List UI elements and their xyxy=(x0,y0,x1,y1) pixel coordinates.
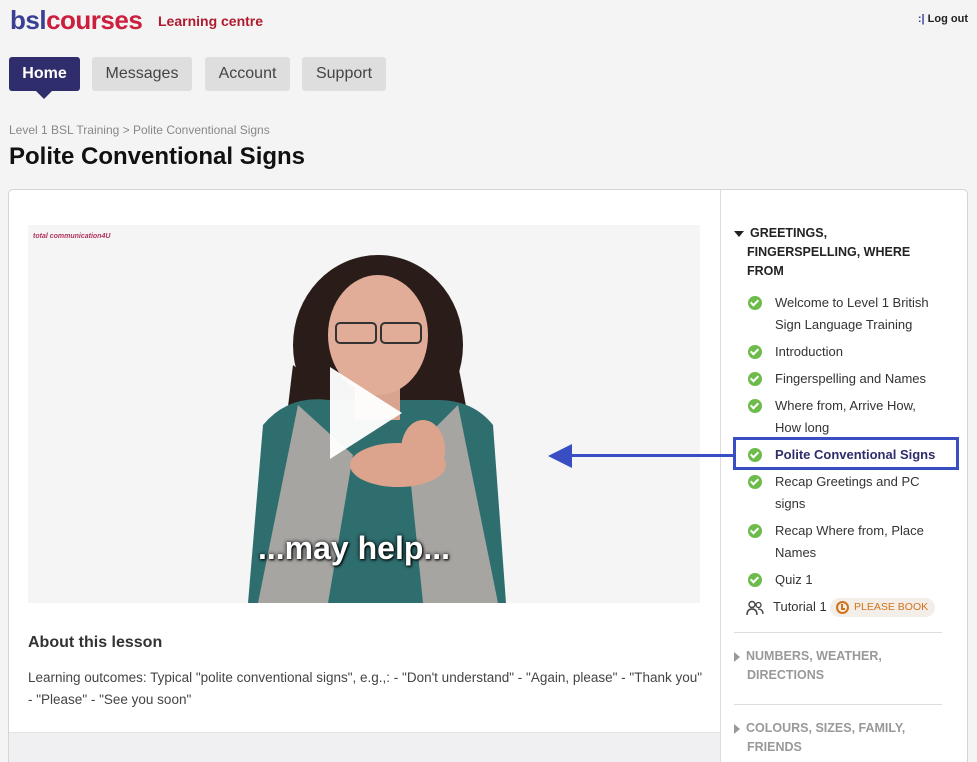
check-circle-icon xyxy=(748,475,762,489)
please-book-label: PLEASE BOOK xyxy=(854,601,929,613)
breadcrumb[interactable]: Level 1 BSL Training > Polite Convention… xyxy=(9,123,270,137)
logo-subtitle: Learning centre xyxy=(158,13,264,29)
lesson-item-where-from[interactable]: Where from, Arrive How, How long xyxy=(748,395,938,439)
lesson-label: Where from, Arrive How, How long xyxy=(775,398,916,435)
tab-messages[interactable]: Messages xyxy=(92,57,192,91)
sidebar-section-title: COLOURS, SIZES, FAMILY, FRIENDS xyxy=(746,721,906,754)
lesson-label: Recap Where from, Place Names xyxy=(775,523,924,560)
sidebar-section-colours[interactable]: COLOURS, SIZES, FAMILY, FRIENDS xyxy=(734,719,934,757)
panel-divider xyxy=(720,190,721,762)
video-caption: ...may help... xyxy=(258,530,451,566)
lesson-item-quiz-1[interactable]: Quiz 1 xyxy=(748,569,938,591)
sidebar-section-title: GREETINGS, FINGERSPELLING, WHERE FROM xyxy=(747,226,911,278)
check-circle-icon xyxy=(748,372,762,386)
check-circle-icon xyxy=(748,345,762,359)
top-links-separator: :| xyxy=(917,13,925,25)
annotation-highlight-box xyxy=(733,437,959,470)
sidebar-section-title: NUMBERS, WEATHER, DIRECTIONS xyxy=(746,649,882,682)
video-brand-logo: total communication4U xyxy=(33,233,111,240)
sidebar-section-numbers[interactable]: NUMBERS, WEATHER, DIRECTIONS xyxy=(734,647,934,685)
annotation-arrow-line xyxy=(570,454,733,457)
lesson-label: Quiz 1 xyxy=(775,572,813,587)
tab-account[interactable]: Account xyxy=(205,57,290,91)
logo-courses: courses xyxy=(46,5,143,35)
about-text: Learning outcomes: Typical "polite conve… xyxy=(28,670,703,707)
triangle-down-icon xyxy=(734,230,744,237)
lesson-item-introduction[interactable]: Introduction xyxy=(748,341,938,363)
tutorial-label: Tutorial 1 xyxy=(773,599,827,614)
please-book-badge[interactable]: PLEASE BOOK xyxy=(830,598,936,617)
top-links: :| Log out xyxy=(918,13,968,25)
lesson-label: Welcome to Level 1 British Sign Language… xyxy=(775,295,929,332)
lesson-item-recap-greetings[interactable]: Recap Greetings and PC signs xyxy=(748,471,938,515)
video-player[interactable]: total communication4U ...may help... xyxy=(28,225,700,603)
about-title: About this lesson xyxy=(28,634,163,651)
people-icon xyxy=(746,600,764,616)
logout-link[interactable]: Log out xyxy=(928,13,968,25)
lesson-item-fingerspelling[interactable]: Fingerspelling and Names xyxy=(748,368,938,390)
annotation-arrow-head-icon xyxy=(548,444,572,468)
tab-home[interactable]: Home xyxy=(9,57,80,99)
check-circle-icon xyxy=(748,296,762,310)
logo-bsl: bsl xyxy=(10,5,47,35)
play-icon[interactable] xyxy=(330,367,402,459)
lesson-label: Introduction xyxy=(775,344,843,359)
bslcourses-logo[interactable]: bslcourses xyxy=(10,5,143,36)
lesson-item-recap-where-from[interactable]: Recap Where from, Place Names xyxy=(748,520,938,564)
clock-icon xyxy=(836,601,849,614)
sidebar-separator xyxy=(734,632,942,633)
lesson-footer-bar xyxy=(9,732,720,762)
tutorial-item[interactable]: Tutorial 1 PLEASE BOOK xyxy=(746,597,946,619)
check-circle-icon xyxy=(748,399,762,413)
check-circle-icon xyxy=(748,524,762,538)
lesson-label: Fingerspelling and Names xyxy=(775,371,927,386)
sidebar-section-greetings[interactable]: GREETINGS, FINGERSPELLING, WHERE FROM xyxy=(734,224,934,281)
lesson-item-welcome[interactable]: Welcome to Level 1 British Sign Language… xyxy=(748,292,938,336)
triangle-right-icon xyxy=(734,723,740,734)
lesson-label: Recap Greetings and PC signs xyxy=(775,474,920,511)
check-circle-icon xyxy=(748,573,762,587)
triangle-right-icon xyxy=(734,651,740,662)
tab-support[interactable]: Support xyxy=(302,57,386,91)
sidebar-separator xyxy=(734,704,942,705)
page-title: Polite Conventional Signs xyxy=(9,143,306,170)
